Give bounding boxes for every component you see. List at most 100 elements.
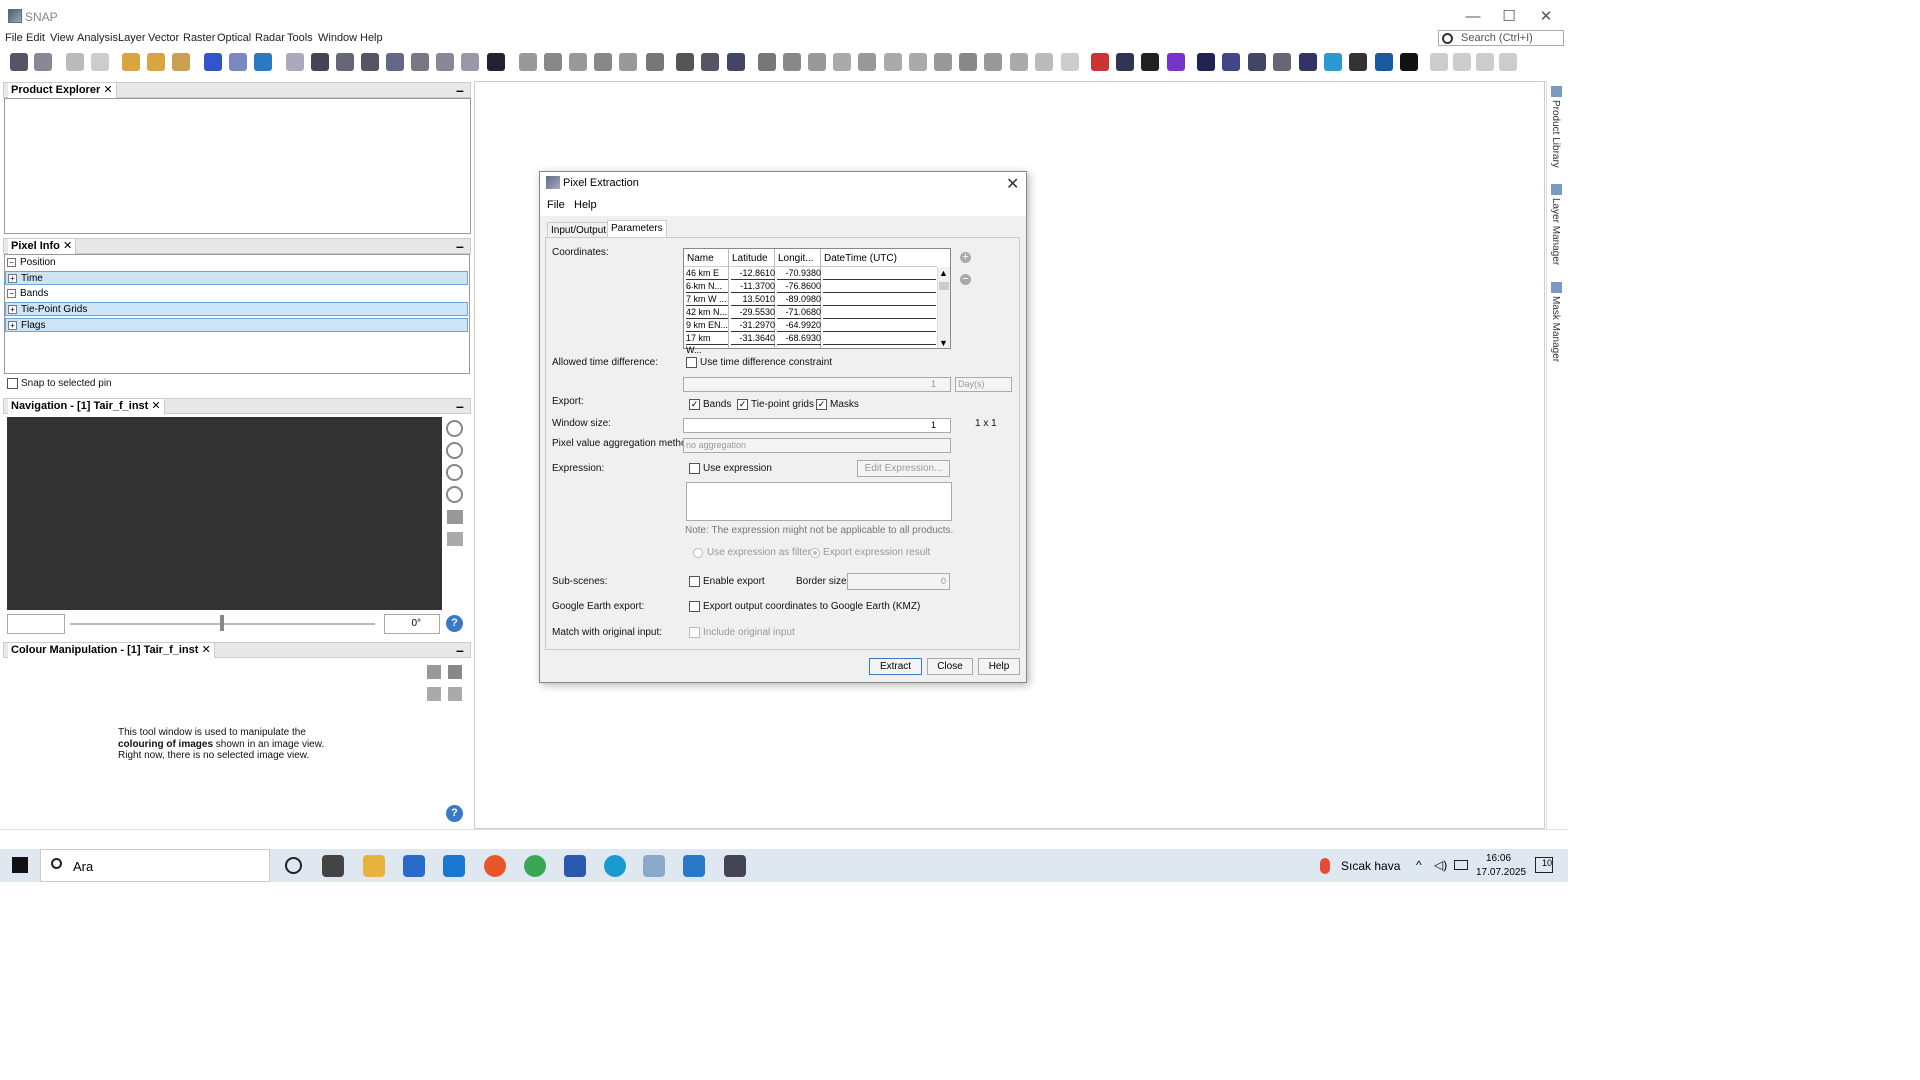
help-button[interactable]: Help xyxy=(978,658,1020,675)
cortana-icon[interactable] xyxy=(285,857,302,874)
line-tool-icon[interactable] xyxy=(884,53,902,71)
dialog-menu-help[interactable]: Help xyxy=(574,199,597,211)
graph-builder-icon[interactable] xyxy=(147,53,165,71)
histogram-icon[interactable] xyxy=(361,53,379,71)
menu-raster[interactable]: Raster xyxy=(183,32,215,44)
maximize-button[interactable]: ☐ xyxy=(1498,6,1520,28)
enable-export-checkbox[interactable] xyxy=(689,576,700,587)
cell-datetime[interactable] xyxy=(823,332,936,345)
sync-views-icon[interactable] xyxy=(447,510,463,524)
minimize-panel-icon[interactable]: – xyxy=(456,83,464,97)
minimize-button[interactable]: — xyxy=(1462,6,1484,28)
zoom-tool-icon[interactable] xyxy=(808,53,826,71)
coregistration-icon[interactable] xyxy=(701,53,719,71)
export-masks-checkbox[interactable]: ✓ xyxy=(816,399,827,410)
cell-name[interactable]: 17 km W... xyxy=(686,332,728,355)
stack-icon[interactable] xyxy=(1248,53,1266,71)
cell-datetime[interactable] xyxy=(823,267,936,280)
google-earth-checkbox[interactable] xyxy=(689,601,700,612)
col-name[interactable]: Name xyxy=(687,250,714,267)
close-icon[interactable]: ✕ xyxy=(63,240,72,252)
menu-optical[interactable]: Optical xyxy=(217,32,251,44)
layer-manager-icon[interactable] xyxy=(1551,184,1562,195)
magic-wand-icon[interactable] xyxy=(1010,53,1028,71)
sidebar-mask-manager[interactable]: Mask Manager xyxy=(1550,296,1561,362)
pixel-info-row-time[interactable]: + Time xyxy=(5,271,468,285)
geo-coding-icon[interactable] xyxy=(411,53,429,71)
volume-icon[interactable]: ◁) xyxy=(1434,858,1447,872)
polygon-tool-icon[interactable] xyxy=(959,53,977,71)
windows-start-icon[interactable] xyxy=(12,857,28,873)
wand-icon[interactable] xyxy=(1299,53,1317,71)
open-product-icon[interactable] xyxy=(10,53,28,71)
eye-icon[interactable] xyxy=(1324,53,1342,71)
window-size-input[interactable]: 1 xyxy=(683,418,951,433)
pixel-info-row-flags[interactable]: + Flags xyxy=(5,318,468,332)
product-explorer-tree[interactable] xyxy=(4,98,471,234)
col-longitude[interactable]: Longit... xyxy=(778,250,814,267)
product-library-icon[interactable] xyxy=(1551,86,1562,97)
zoom-pixel-icon[interactable] xyxy=(446,464,463,481)
snap-to-pin-checkbox[interactable] xyxy=(7,378,18,389)
time-unit-select[interactable]: Day(s) xyxy=(955,377,1012,392)
zoom-slider-handle[interactable] xyxy=(220,615,224,631)
cluster-icon[interactable] xyxy=(1167,53,1185,71)
menu-layer[interactable]: Layer xyxy=(118,32,146,44)
export-icon[interactable] xyxy=(448,687,462,701)
menu-edit[interactable]: Edit xyxy=(26,32,45,44)
layout-grid-icon[interactable] xyxy=(1476,53,1494,71)
word-icon[interactable] xyxy=(564,855,586,877)
mask-manager-icon[interactable] xyxy=(1551,282,1562,293)
scroll-down-icon[interactable]: ▼ xyxy=(939,338,948,348)
layers-icon[interactable] xyxy=(1222,53,1240,71)
sync-cursor-icon[interactable] xyxy=(447,532,463,546)
select-tool-icon[interactable] xyxy=(758,53,776,71)
cell-name[interactable]: 9 km EN... xyxy=(686,319,728,332)
density-plot-icon[interactable] xyxy=(461,53,479,71)
snap-active-icon[interactable] xyxy=(724,855,746,877)
mosaic-icon[interactable] xyxy=(519,53,537,71)
menu-radar[interactable]: Radar xyxy=(255,32,285,44)
col-latitude[interactable]: Latitude xyxy=(732,250,768,267)
use-expression-checkbox[interactable] xyxy=(689,463,700,474)
cell-datetime[interactable] xyxy=(823,293,936,306)
cell-latitude[interactable]: -31.3640 xyxy=(731,332,775,345)
table-scrollbar[interactable] xyxy=(937,267,950,348)
colour-manipulation-tab[interactable]: Colour Manipulation - [1] Tair_f_inst ✕ xyxy=(8,643,215,658)
pin-placing-icon[interactable] xyxy=(833,53,851,71)
help-icon[interactable]: ? xyxy=(446,615,463,632)
cell-datetime[interactable] xyxy=(823,306,936,319)
expression-textarea[interactable] xyxy=(686,482,952,521)
close-icon[interactable]: ✕ xyxy=(201,644,210,656)
cell-longitude[interactable]: -70.9380 xyxy=(777,267,821,280)
close-icon[interactable]: ✕ xyxy=(151,400,160,412)
multi-apply-icon[interactable] xyxy=(448,665,462,679)
time-difference-input[interactable]: 1 xyxy=(683,377,951,392)
ellipse-tool-icon[interactable] xyxy=(984,53,1002,71)
aggregation-select[interactable]: no aggregation xyxy=(683,438,951,453)
zoom-factor-input[interactable] xyxy=(7,614,65,634)
firefox-icon[interactable] xyxy=(484,855,506,877)
batch-processing-icon[interactable] xyxy=(172,53,190,71)
cloud-icon[interactable] xyxy=(646,53,664,71)
zoom-out-icon[interactable] xyxy=(446,442,463,459)
orbit-icon[interactable] xyxy=(1197,53,1215,71)
scroll-up-icon[interactable]: ▲ xyxy=(939,268,948,278)
menu-help[interactable]: Help xyxy=(360,32,383,44)
chrome-icon[interactable] xyxy=(524,855,546,877)
collapse-icon[interactable]: − xyxy=(7,258,16,267)
edit-expression-button[interactable]: Edit Expression... xyxy=(857,460,950,477)
help-icon[interactable]: ? xyxy=(446,805,463,822)
expand-icon[interactable]: + xyxy=(8,274,17,283)
col-datetime[interactable]: DateTime (UTC) xyxy=(824,250,897,267)
undo-icon[interactable] xyxy=(66,53,84,71)
scroll-thumb[interactable] xyxy=(939,282,949,290)
file-explorer-icon[interactable] xyxy=(363,855,385,877)
expand-icon[interactable]: + xyxy=(8,321,17,330)
cell-longitude[interactable]: -64.9920 xyxy=(777,319,821,332)
menu-window[interactable]: Window xyxy=(318,32,357,44)
navigation-tab[interactable]: Navigation - [1] Tair_f_inst ✕ xyxy=(8,399,165,414)
menu-analysis[interactable]: Analysis xyxy=(77,32,118,44)
earth-icon[interactable] xyxy=(1400,53,1418,71)
minimize-panel-icon[interactable]: – xyxy=(456,643,464,657)
